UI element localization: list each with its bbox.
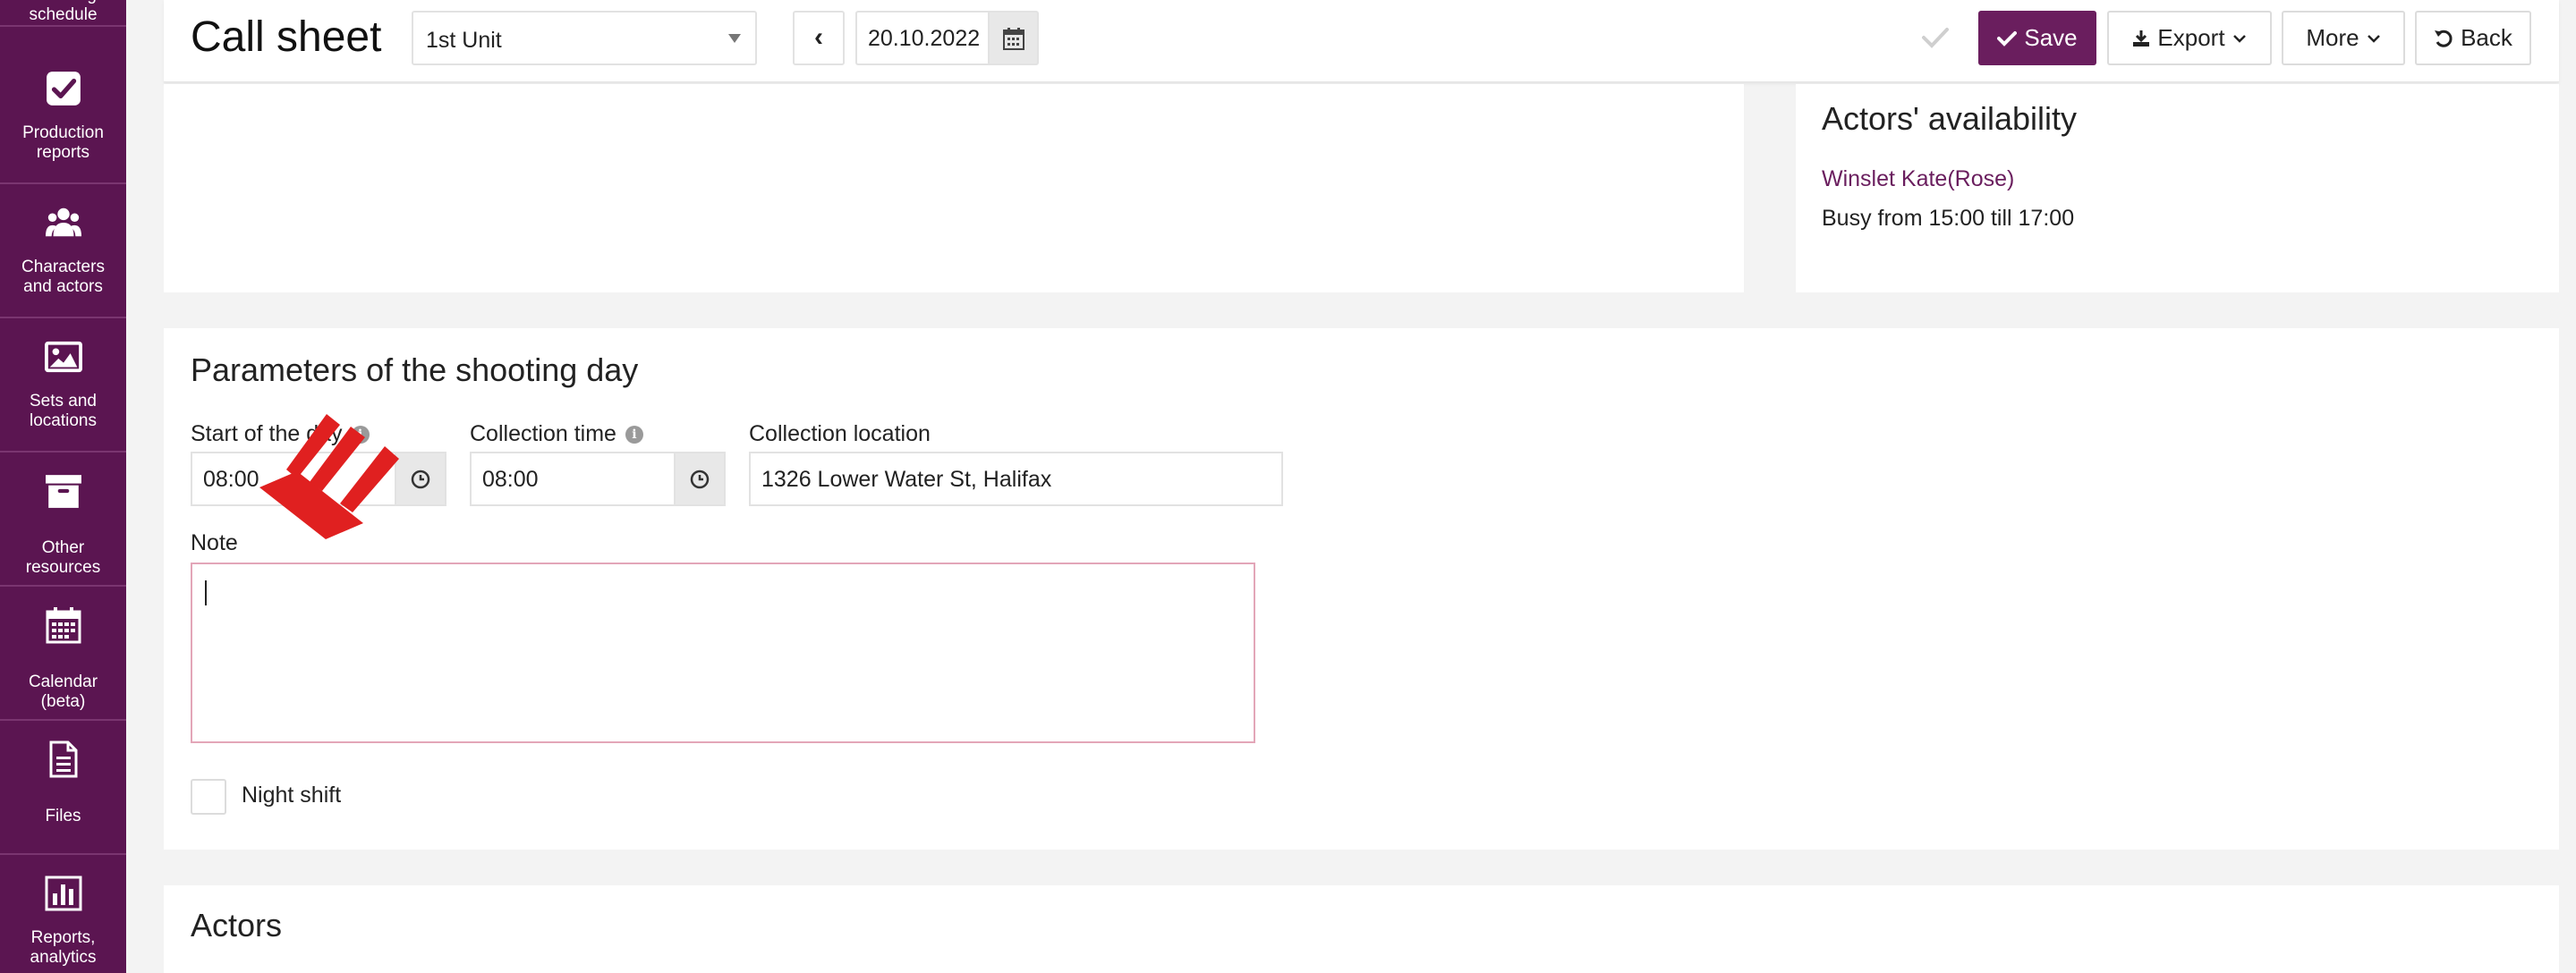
export-button-label: Export [2157, 24, 2225, 51]
collection-location-label: Collection location [749, 421, 931, 447]
actors-availability-panel: Actors' availability Winslet Kate(Rose) … [1796, 84, 2559, 292]
collection-time-picker-button[interactable] [674, 452, 726, 506]
note-label-text: Note [191, 530, 238, 555]
clock-icon [690, 470, 710, 488]
save-button-label: Save [2024, 24, 2078, 51]
back-button[interactable]: Back [2415, 11, 2531, 65]
sidebar-item-characters-actors[interactable]: Characters and actors [0, 184, 126, 318]
sidebar-item-reports-analytics[interactable]: Reports, analytics [0, 855, 126, 973]
download-icon [2133, 30, 2150, 47]
annotation-arrow-icon [259, 414, 399, 539]
sidebar-item-production-reports[interactable]: Production reports [0, 50, 126, 184]
sidebar-item-calendar[interactable]: Calendar (beta) [0, 587, 126, 721]
file-icon [43, 739, 84, 780]
sidebar-item-label: Calendar (beta) [28, 673, 98, 711]
checkbox-icon [43, 68, 84, 109]
sidebar-item-label: Shooting schedule [29, 0, 98, 24]
previous-day-button[interactable]: ‹ [793, 11, 845, 65]
sidebar-item-other-resources[interactable]: Other resources [0, 453, 126, 587]
night-shift-label: Night shift [242, 783, 342, 808]
header-bar: Call sheet 1st Unit ‹ 20.10.2022 Save Ex… [164, 0, 2559, 82]
sidebar-item-sets-locations[interactable]: Sets and locations [0, 318, 126, 453]
calendar-picker-button[interactable] [988, 11, 1039, 65]
actor-link[interactable]: Winslet Kate(Rose) [1822, 166, 2014, 192]
undo-icon [2435, 30, 2453, 47]
sidebar-item-label: Files [45, 807, 81, 825]
check-icon [1997, 30, 2018, 47]
note-textarea[interactable] [191, 563, 1255, 743]
save-button[interactable]: Save [1978, 11, 2096, 65]
sidebar-item-label: Reports, analytics [30, 928, 97, 967]
note-label: Note [191, 530, 238, 556]
actors-title: Actors [191, 907, 283, 943]
chevron-down-icon [2367, 34, 2380, 43]
shooting-day-parameters-panel: Parameters of the shooting day Start of … [164, 328, 2559, 850]
parameters-title: Parameters of the shooting day [191, 351, 639, 388]
info-icon[interactable]: i [625, 425, 643, 444]
dropdown-caret-icon [728, 34, 741, 43]
schedule-panel [164, 84, 1744, 292]
collection-time-input[interactable]: 08:00 [470, 452, 676, 506]
night-shift-checkbox[interactable] [191, 779, 226, 815]
back-button-label: Back [2461, 24, 2512, 51]
actors-panel: Actors [164, 885, 2559, 973]
availability-busy-text: Busy from 15:00 till 17:00 [1822, 206, 2075, 231]
sidebar: Shooting schedule Production reports Cha… [0, 0, 126, 973]
archive-icon [43, 470, 84, 512]
sidebar-item-label: Other resources [25, 538, 101, 577]
sidebar-item-label: Sets and locations [30, 392, 97, 430]
saved-check-icon [1917, 20, 1953, 55]
sidebar-item-label: Characters and actors [21, 258, 105, 296]
availability-title: Actors' availability [1822, 100, 2077, 137]
sidebar-item-label: Production reports [22, 123, 104, 162]
image-icon [43, 336, 84, 377]
users-icon [43, 202, 84, 243]
sidebar-item-files[interactable]: Files [0, 721, 126, 855]
collection-time-label-text: Collection time [470, 421, 616, 446]
date-input[interactable]: 20.10.2022 [855, 11, 988, 65]
export-button[interactable]: Export [2107, 11, 2272, 65]
more-button-label: More [2306, 24, 2359, 51]
sidebar-item-shooting-schedule[interactable]: Shooting schedule [0, 0, 126, 27]
collection-location-label-text: Collection location [749, 421, 931, 446]
calendar-icon [1002, 27, 1024, 50]
bar-chart-icon [43, 873, 84, 914]
unit-select-value: 1st Unit [426, 28, 502, 53]
text-cursor [205, 580, 207, 605]
collection-time-label: Collection time i [470, 421, 643, 447]
clock-icon [411, 470, 430, 488]
page-title: Call sheet [191, 13, 382, 61]
calendar-icon [43, 605, 84, 646]
chevron-down-icon [2232, 34, 2246, 43]
unit-select[interactable]: 1st Unit [412, 11, 757, 65]
collection-location-input[interactable]: 1326 Lower Water St, Halifax [749, 452, 1283, 506]
more-button[interactable]: More [2282, 11, 2405, 65]
